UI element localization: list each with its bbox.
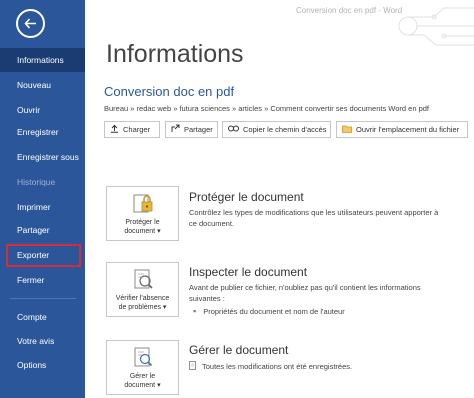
copy-path-label: Copier le chemin d'accès xyxy=(243,125,327,134)
lock-key-icon xyxy=(132,192,154,221)
document-small-icon xyxy=(189,361,197,372)
nav-enregistrer[interactable]: Enregistrer xyxy=(0,120,85,144)
share-button[interactable]: Partager xyxy=(165,121,218,138)
manage-button-label-line2: document ▾ xyxy=(124,382,161,389)
open-location-button[interactable]: Ouvrir l'emplacement du fichier xyxy=(336,121,468,138)
nav-options[interactable]: Options xyxy=(0,353,85,377)
nav-informations[interactable]: Informations xyxy=(0,48,85,72)
protect-document-button[interactable]: Protéger le document ▾ xyxy=(106,186,179,241)
breadcrumb[interactable]: Bureau » redac web » futura sciences » a… xyxy=(104,104,429,113)
upload-icon xyxy=(110,124,123,135)
inspect-bullet-text: Propriétés du document et nom de l'auteu… xyxy=(203,306,345,316)
nav-ouvrir[interactable]: Ouvrir xyxy=(0,98,85,122)
protect-button-label-line2: document ▾ xyxy=(124,228,161,235)
bullet-icon: ▪ xyxy=(193,306,197,316)
manage-document-button[interactable]: Gérer le document ▾ xyxy=(106,340,179,395)
manage-status-text: Toutes les modifications ont été enregis… xyxy=(202,362,353,371)
nav-compte[interactable]: Compte xyxy=(0,305,85,329)
protect-description: Contrôlez les types de modifications que… xyxy=(189,208,439,228)
protect-button-label-line1: Protéger le xyxy=(125,219,160,226)
share-label: Partager xyxy=(184,125,213,134)
check-issues-label-line2: de problèmes ▾ xyxy=(118,304,167,311)
check-issues-label-line1: Vérifier l'absence xyxy=(115,295,170,302)
window-title-doc: Conversion doc en pdf xyxy=(296,6,377,15)
nav-nouveau[interactable]: Nouveau xyxy=(0,73,85,97)
back-arrow-icon xyxy=(24,18,37,29)
page-title: Informations xyxy=(106,40,244,68)
link-icon xyxy=(228,125,243,134)
check-issues-button[interactable]: Vérifier l'absence de problèmes ▾ xyxy=(106,262,179,317)
share-icon xyxy=(171,124,184,135)
inspect-bullet-row: ▪ Propriétés du document et nom de l'aut… xyxy=(189,306,345,316)
manage-bullet-row: Toutes les modifications ont été enregis… xyxy=(189,361,352,372)
manage-title: Gérer le document xyxy=(189,343,289,357)
folder-icon xyxy=(342,125,356,135)
nav-partager[interactable]: Partager xyxy=(0,218,85,242)
nav-enregistrer-sous[interactable]: Enregistrer sous xyxy=(0,145,85,169)
upload-label: Charger xyxy=(123,125,151,134)
open-location-label: Ouvrir l'emplacement du fichier xyxy=(356,125,460,134)
nav-votre-avis[interactable]: Votre avis xyxy=(0,329,85,353)
upload-button[interactable]: Charger xyxy=(104,121,160,138)
document-name: Conversion doc en pdf xyxy=(104,84,235,99)
decorative-circuit-icon xyxy=(398,7,474,46)
manage-document-icon xyxy=(132,346,154,375)
window-title-app: Word xyxy=(383,6,403,15)
nav-historique: Historique xyxy=(17,177,56,187)
back-button[interactable] xyxy=(16,9,45,38)
sidebar-divider xyxy=(10,298,76,299)
protect-title: Protéger le document xyxy=(189,190,304,204)
inspect-title: Inspecter le document xyxy=(189,265,308,279)
exporter-highlight-box xyxy=(6,244,81,267)
inspect-description: Avant de publier ce fichier, n'oubliez p… xyxy=(189,283,421,303)
backstage-sidebar: Informations Nouveau Ouvrir Enregistrer … xyxy=(0,0,85,398)
window-title: Conversion doc en pdf - Word xyxy=(296,6,403,15)
copy-path-button[interactable]: Copier le chemin d'accès xyxy=(222,121,331,138)
manage-button-label-line1: Gérer le xyxy=(129,373,156,380)
nav-imprimer[interactable]: Imprimer xyxy=(0,195,85,219)
inspect-document-icon xyxy=(132,268,154,297)
nav-fermer[interactable]: Fermer xyxy=(0,268,85,292)
